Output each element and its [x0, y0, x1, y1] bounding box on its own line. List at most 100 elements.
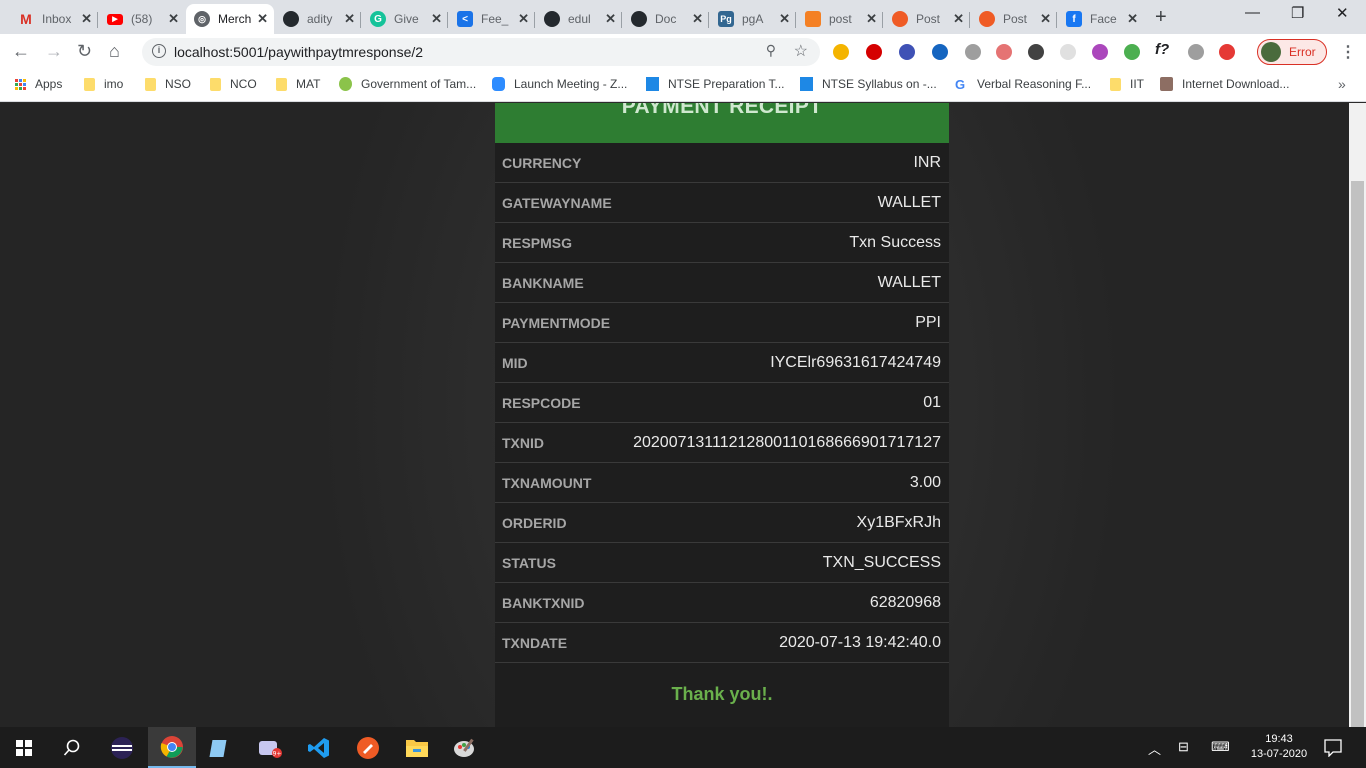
search-button[interactable] — [48, 727, 96, 768]
extension-icon[interactable] — [1124, 44, 1140, 60]
taskbar-file-explorer[interactable] — [393, 727, 441, 768]
scrollbar-thumb[interactable] — [1351, 181, 1364, 727]
row-key: ORDERID — [502, 515, 567, 531]
row-value: WALLET — [877, 194, 941, 211]
system-clock[interactable]: 19:43 13-07-2020 — [1246, 732, 1312, 762]
close-icon[interactable]: ✕ — [1040, 11, 1051, 27]
extension-icon[interactable] — [833, 44, 849, 60]
tab-facebook[interactable]: f Face ✕ — [1058, 4, 1144, 34]
back-button[interactable]: ← — [12, 41, 30, 62]
keyboard-icon[interactable]: ⌨ — [1211, 739, 1230, 755]
network-icon[interactable]: ⊟ — [1178, 739, 1189, 755]
notification-icon[interactable] — [1324, 739, 1342, 757]
bookmark-ntse-syllabus[interactable]: NTSE Syllabus on -... — [800, 77, 937, 91]
tab-stackoverflow[interactable]: post ✕ — [797, 4, 883, 34]
restore-button[interactable]: ❐ — [1291, 4, 1304, 22]
extension-icon[interactable] — [1028, 44, 1044, 60]
search-icon[interactable]: ⚲ — [766, 42, 776, 59]
profile-button[interactable]: Error — [1257, 39, 1327, 65]
address-bar[interactable]: i localhost:5001/paywithpaytmresponse/2 … — [142, 38, 820, 66]
extension-icon[interactable] — [932, 44, 948, 60]
bookmark-internet-download[interactable]: Internet Download... — [1160, 77, 1289, 91]
taskbar-vscode[interactable] — [295, 727, 343, 768]
bookmark-iit[interactable]: IIT — [1110, 77, 1144, 91]
tab-youtube[interactable]: ▶ (58) ✕ — [99, 4, 185, 34]
row-key: PAYMENTMODE — [502, 315, 611, 331]
close-icon[interactable]: ✕ — [779, 11, 790, 27]
home-button[interactable]: ⌂ — [109, 41, 120, 62]
close-icon[interactable]: ✕ — [257, 11, 268, 27]
receipt-row: STATUS TXN_SUCCESS — [495, 543, 949, 583]
bookmark-label: NTSE Preparation T... — [668, 77, 785, 91]
forward-button[interactable]: → — [45, 41, 63, 62]
extension-icon[interactable] — [965, 44, 981, 60]
taskbar-postman[interactable] — [344, 727, 392, 768]
close-icon[interactable]: ✕ — [344, 11, 355, 27]
bookmark-ntse-prep[interactable]: NTSE Preparation T... — [646, 77, 785, 91]
tab-github-edul[interactable]: edul ✕ — [536, 4, 622, 34]
info-icon[interactable]: i — [152, 44, 166, 58]
bookmark-nso[interactable]: NSO — [145, 77, 191, 91]
taskbar-paint[interactable] — [441, 727, 489, 768]
close-icon[interactable]: ✕ — [692, 11, 703, 27]
bookmark-imo[interactable]: imo — [84, 77, 123, 91]
chevron-up-icon[interactable]: ︿ — [1148, 739, 1161, 758]
extension-icon[interactable] — [1188, 44, 1204, 60]
new-tab-button[interactable]: + — [1155, 6, 1167, 29]
extension-icon[interactable] — [899, 44, 915, 60]
extension-icon[interactable] — [1092, 44, 1108, 60]
row-value: 62820968 — [869, 594, 941, 611]
close-icon[interactable]: ✕ — [518, 11, 529, 27]
close-icon[interactable]: ✕ — [431, 11, 442, 27]
menu-icon[interactable]: ⋮ — [1340, 42, 1356, 62]
google-icon: G — [955, 77, 966, 92]
tab-postman-1[interactable]: Post ✕ — [884, 4, 970, 34]
close-icon[interactable]: ✕ — [605, 11, 616, 27]
close-icon[interactable]: ✕ — [866, 11, 877, 27]
tab-pga[interactable]: Pg pgA ✕ — [710, 4, 796, 34]
tab-title: Inbox — [42, 12, 72, 26]
tab-github-adity[interactable]: adity ✕ — [275, 4, 361, 34]
minimize-button[interactable]: — — [1245, 4, 1260, 21]
formula-icon[interactable]: f? — [1155, 41, 1171, 58]
url-text[interactable]: localhost:5001/paywithpaytmresponse/2 — [174, 44, 423, 60]
windows-taskbar: 9+ ︿ ⊟ ⌨ 19:43 13-07-2020 — [0, 727, 1366, 768]
window-close-button[interactable]: ✕ — [1336, 4, 1349, 22]
close-icon[interactable]: ✕ — [953, 11, 964, 27]
taskbar-game[interactable]: 9+ — [246, 727, 294, 768]
chevron-right-icon[interactable]: » — [1338, 76, 1346, 92]
page-scrollbar[interactable] — [1349, 103, 1366, 727]
tab-feedback[interactable]: < Fee_ ✕ — [449, 4, 535, 34]
close-icon[interactable]: ✕ — [168, 11, 179, 27]
row-value: Txn Success — [849, 234, 941, 251]
tab-title: Face — [1090, 12, 1117, 26]
bookmark-zoom[interactable]: Launch Meeting - Z... — [492, 77, 627, 91]
tab-github-doc[interactable]: Doc ✕ — [623, 4, 709, 34]
tab-grammarly[interactable]: G Give ✕ — [362, 4, 448, 34]
tab-title: edul — [568, 12, 591, 26]
tab-postman-2[interactable]: Post ✕ — [971, 4, 1057, 34]
search-icon — [63, 739, 80, 756]
bookmark-government[interactable]: Government of Tam... — [339, 77, 476, 91]
extension-icon[interactable] — [996, 44, 1012, 60]
avatar-icon — [1160, 77, 1173, 91]
extension-icon[interactable] — [1219, 44, 1235, 60]
folder-icon — [1110, 77, 1121, 91]
tab-inbox[interactable]: M Inbox ✕ — [10, 4, 98, 34]
star-icon[interactable]: ☆ — [794, 41, 808, 61]
adblock-icon[interactable] — [866, 44, 882, 60]
bookmark-mat[interactable]: MAT — [276, 77, 320, 91]
tab-merch[interactable]: ◎ Merch ✕ — [186, 4, 274, 34]
start-button[interactable] — [0, 727, 48, 768]
reload-button[interactable]: ↻ — [77, 41, 92, 62]
apps-icon — [15, 78, 26, 90]
bookmark-verbal[interactable]: G Verbal Reasoning F... — [955, 77, 1091, 92]
taskbar-notepad[interactable] — [196, 727, 244, 768]
extension-icon[interactable] — [1060, 44, 1076, 60]
taskbar-eclipse[interactable] — [98, 727, 146, 768]
bookmark-apps[interactable]: Apps — [15, 77, 62, 91]
close-icon[interactable]: ✕ — [1127, 11, 1138, 27]
close-icon[interactable]: ✕ — [81, 11, 92, 27]
bookmark-nco[interactable]: NCO — [210, 77, 257, 91]
taskbar-chrome[interactable] — [148, 727, 196, 768]
